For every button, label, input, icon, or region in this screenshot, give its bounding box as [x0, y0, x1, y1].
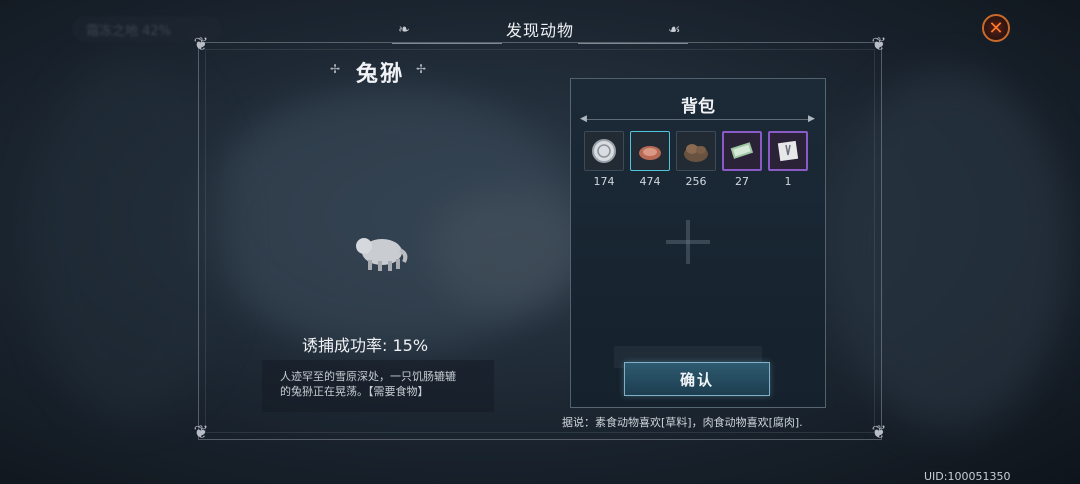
divider-ornament-icon: ▶ [808, 114, 815, 124]
name-ornament-icon: ✢ [416, 62, 427, 76]
capture-rate: 诱捕成功率: 15% [302, 336, 429, 355]
title-plate: 发现动物 [392, 14, 688, 44]
animal-description: 人迹罕至的雪原深处，一只饥肠辘辘 的兔狲正在晃荡。【需要食物】 [262, 360, 494, 412]
add-bait-slot[interactable] [666, 220, 710, 264]
coin-icon [592, 139, 616, 163]
item-count: 27 [735, 175, 749, 188]
inventory-slot[interactable] [584, 131, 624, 171]
bait-hint: 据说：素食动物喜欢[草料]，肉食动物喜欢[腐肉]. [562, 416, 803, 429]
title-ornament-icon: ❧ [398, 22, 410, 38]
corner-ornament-icon: ❦ [871, 422, 887, 443]
user-id: UID:100051350 [924, 470, 1011, 483]
raw-meat-icon [639, 146, 661, 160]
animal-name: 兔狲 [355, 62, 404, 87]
confirm-button[interactable]: 确认 [624, 362, 770, 396]
close-button[interactable]: ✕ [982, 14, 1010, 42]
title-ornament-icon: ☙ [668, 22, 681, 38]
description-line: 的兔狲正在晃荡。【需要食物】 [280, 385, 429, 398]
backpack-title: 背包 [681, 97, 715, 117]
corner-ornament-icon: ❦ [193, 34, 209, 55]
banknotes-icon [730, 142, 754, 159]
close-icon: ✕ [988, 17, 1004, 39]
animal-sprite-icon [356, 238, 408, 271]
inventory-slot[interactable] [722, 131, 762, 171]
corner-ornament-icon: ❦ [193, 422, 209, 443]
item-count: 474 [639, 175, 661, 188]
item-count: 256 [685, 175, 707, 188]
divider [584, 119, 812, 120]
name-ornament-icon: ✢ [330, 62, 341, 76]
description-line: 人迹罕至的雪原深处，一只饥肠辘辘 [280, 370, 456, 383]
page-title: 发现动物 [505, 21, 574, 40]
letter-icon [777, 140, 799, 162]
item-count: 174 [593, 175, 615, 188]
divider-ornament-icon: ◀ [580, 114, 587, 124]
inventory-slot[interactable] [768, 131, 808, 171]
corner-ornament-icon: ❦ [871, 34, 887, 55]
item-count: 1 [784, 175, 792, 188]
inventory-slot[interactable] [676, 131, 716, 171]
inventory-slot[interactable] [630, 131, 670, 171]
fur-pile-icon [684, 144, 708, 162]
